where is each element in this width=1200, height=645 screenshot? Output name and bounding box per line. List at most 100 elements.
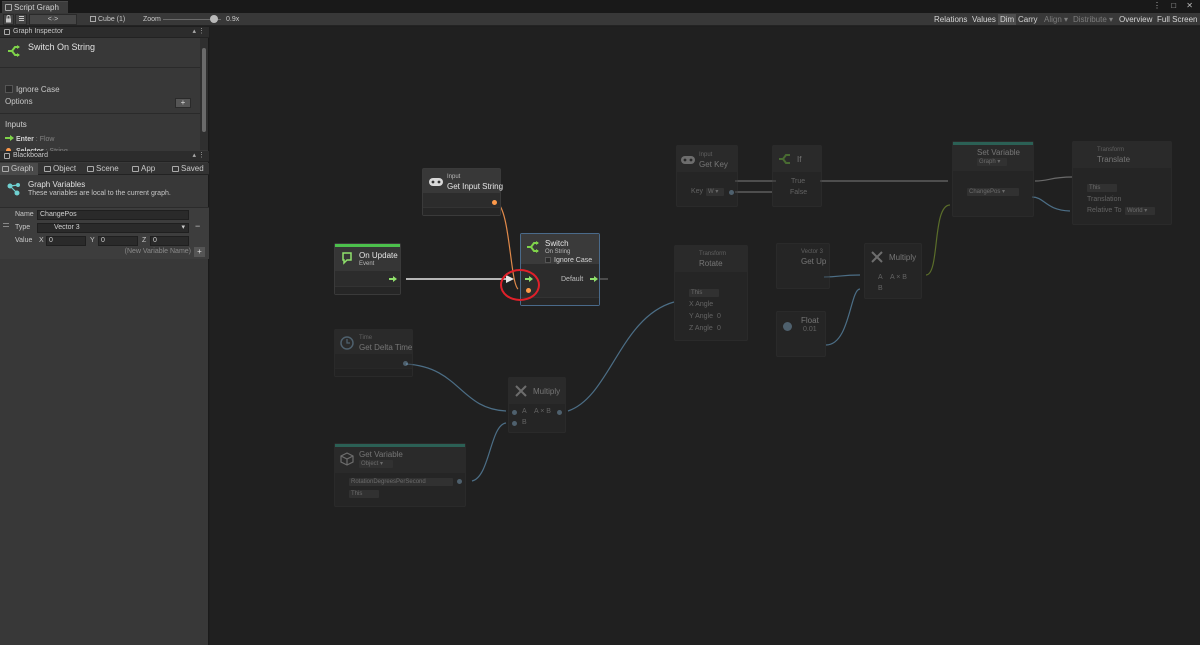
- node-title: Translate: [1097, 155, 1131, 164]
- panel-controls-icon[interactable]: ▴ ⋮: [193, 27, 205, 37]
- panel-controls-icon[interactable]: ▴ ⋮: [193, 151, 205, 161]
- float-output-port[interactable]: [403, 361, 408, 366]
- value-output-port[interactable]: [457, 479, 462, 484]
- node-title: If: [797, 155, 802, 164]
- variable-type-dropdown[interactable]: Vector 3 ▾: [37, 223, 189, 233]
- node-title: Switch: [545, 239, 569, 248]
- if-node[interactable]: If True False: [772, 145, 822, 207]
- window-controls[interactable]: ⋮ □ ✕: [1153, 1, 1197, 10]
- cube-icon: [340, 452, 354, 466]
- dim-button[interactable]: Dim: [998, 14, 1017, 25]
- input-b-port[interactable]: [512, 421, 517, 426]
- tab-saved[interactable]: Saved: [170, 163, 208, 175]
- carry-button[interactable]: Carry: [1016, 14, 1040, 25]
- flow-output-port[interactable]: [389, 276, 397, 282]
- string-output-port[interactable]: [492, 200, 497, 205]
- add-variable-button[interactable]: +: [194, 247, 205, 257]
- ignore-case-checkbox[interactable]: [5, 85, 13, 93]
- float-node[interactable]: Float 0.01: [776, 311, 826, 357]
- ignore-case-checkbox[interactable]: [545, 257, 551, 263]
- node-title: Multiply: [889, 253, 917, 262]
- app-icon: [132, 166, 139, 172]
- variable-kind-dropdown[interactable]: Object ▾: [359, 460, 393, 468]
- relations-button[interactable]: Relations: [932, 14, 969, 25]
- options-label: Options: [5, 97, 33, 106]
- scrollbar-thumb[interactable]: [202, 48, 206, 132]
- tab-app[interactable]: App: [130, 163, 160, 175]
- multiply-node[interactable]: Multiply A A × B B: [864, 243, 922, 299]
- tab-object[interactable]: Object: [42, 163, 82, 175]
- chevron-down-icon: ▾: [181, 224, 185, 231]
- variable-kind-dropdown[interactable]: Graph ▾: [977, 158, 1007, 166]
- translate-node[interactable]: Transform Translate This Translation Rel…: [1072, 141, 1172, 225]
- gamepad-icon: [681, 156, 695, 164]
- node-title: Set Variable: [977, 148, 1020, 157]
- target-field[interactable]: This: [689, 289, 719, 297]
- divider: [0, 113, 200, 114]
- default-port-label: Default: [561, 276, 584, 283]
- menu-icon[interactable]: [15, 14, 27, 25]
- script-graph-tab[interactable]: Script Graph: [2, 1, 68, 13]
- graph-canvas[interactable]: On Update Event Input Get Input String S…: [210, 27, 1200, 645]
- variable-name-field[interactable]: ChangePos: [37, 210, 189, 220]
- node-title: Get Delta Time: [359, 343, 413, 352]
- y-label: Y: [90, 237, 95, 244]
- relative-to-dropdown[interactable]: World ▾: [1125, 207, 1155, 215]
- float-value-field[interactable]: 0.01: [803, 326, 817, 333]
- input-a-port[interactable]: [512, 410, 517, 415]
- graph-variables-section: Graph Variables These variables are loca…: [0, 177, 209, 204]
- input-enter: Enter : Flow: [5, 135, 54, 143]
- zoom-slider-thumb[interactable]: [210, 15, 218, 23]
- ignore-case-toggle[interactable]: Ignore Case: [5, 85, 60, 94]
- rotate-node[interactable]: Transform Rotate This X Angle Y Angle 0 …: [674, 245, 748, 341]
- branch-icon: [779, 154, 790, 164]
- drag-handle-icon[interactable]: [3, 223, 9, 227]
- variable-name-dropdown[interactable]: ChangePos ▾: [967, 188, 1019, 196]
- value-y-field[interactable]: 0: [98, 236, 138, 246]
- tab-scene[interactable]: Scene: [85, 163, 123, 175]
- values-button[interactable]: Values: [970, 14, 998, 25]
- flow-arrow-icon: [5, 135, 14, 141]
- set-variable-node[interactable]: Set Variable Graph ▾ ChangePos ▾: [952, 141, 1034, 217]
- value-x-field[interactable]: 0: [46, 236, 86, 246]
- new-variable-name-input[interactable]: (New Variable Name): [105, 247, 193, 257]
- target-field[interactable]: This: [1087, 184, 1117, 192]
- object-icon: [44, 166, 51, 172]
- get-input-string-node[interactable]: Input Get Input String: [422, 168, 503, 216]
- get-key-node[interactable]: Input Get Key Key W ▾: [676, 145, 738, 207]
- target-field[interactable]: This: [349, 490, 379, 498]
- nav-breadcrumb-button[interactable]: <·>: [29, 14, 77, 25]
- tab-graph[interactable]: Graph: [0, 163, 38, 175]
- graph-inspector-header: Graph Inspector ▴ ⋮: [0, 27, 209, 38]
- full-screen-button[interactable]: Full Screen: [1155, 14, 1199, 25]
- key-dropdown[interactable]: W ▾: [706, 188, 724, 196]
- ignore-case-toggle[interactable]: Ignore Case: [545, 257, 592, 264]
- node-title: On Update: [359, 251, 398, 260]
- value-z-field[interactable]: 0: [150, 236, 189, 246]
- distribute-dropdown[interactable]: Distribute ▾: [1071, 14, 1115, 25]
- lock-icon[interactable]: [3, 14, 14, 25]
- on-update-node[interactable]: On Update Event: [334, 243, 401, 295]
- blackboard-icon: [4, 153, 10, 159]
- z-label: Z: [142, 237, 147, 244]
- inspector-scrollbar[interactable]: [200, 38, 208, 150]
- name-label: Name: [15, 211, 34, 218]
- node-subtitle: Input: [447, 174, 461, 180]
- bool-output-port[interactable]: [729, 190, 734, 195]
- align-dropdown[interactable]: Align ▾: [1042, 14, 1070, 25]
- node-title: Multiply: [533, 387, 561, 396]
- get-up-node[interactable]: Vector 3 Get Up: [776, 243, 830, 289]
- graph-inspector-body: Switch On String Ignore Case Options + I…: [0, 38, 200, 155]
- variable-name-dropdown[interactable]: RotationDegreesPerSecond: [349, 478, 453, 486]
- type-label: Type: [15, 224, 31, 231]
- remove-variable-button[interactable]: −: [195, 221, 200, 231]
- target-object-label[interactable]: Cube (1): [90, 14, 125, 25]
- multiply-node[interactable]: Multiply A A × B B: [508, 377, 566, 433]
- add-option-button[interactable]: +: [175, 98, 191, 108]
- default-output-port[interactable]: [590, 276, 598, 282]
- get-variable-node[interactable]: Get Variable Object ▾ RotationDegreesPer…: [334, 443, 466, 507]
- overview-button[interactable]: Overview: [1117, 14, 1154, 25]
- product-output-port[interactable]: [557, 410, 562, 415]
- highlight-circle: [500, 269, 540, 301]
- get-delta-time-node[interactable]: Time Get Delta Time: [334, 329, 413, 377]
